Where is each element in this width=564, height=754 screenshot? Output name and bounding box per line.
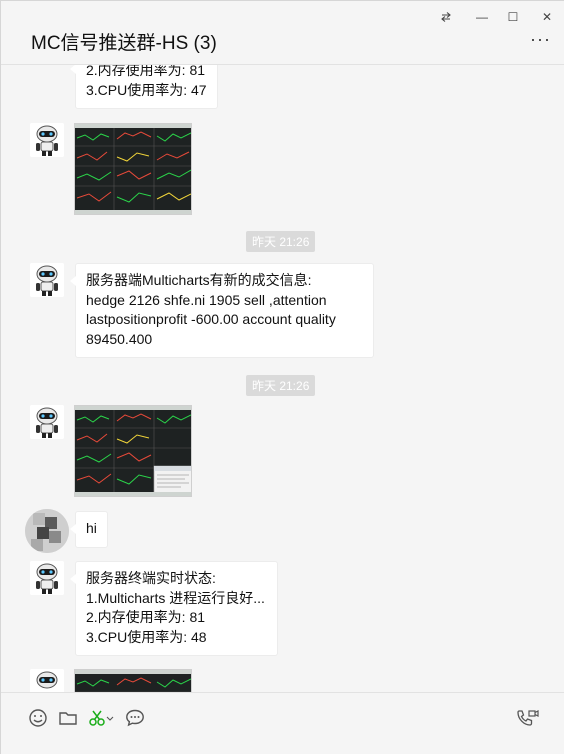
message-bubble[interactable]: 服务器终端实时状态: 1.Multicharts 进程运行良好... 2.内存使… bbox=[70, 561, 278, 656]
chat-history-button[interactable] bbox=[124, 707, 146, 729]
timestamp-chip: 昨天 21:26 bbox=[246, 231, 316, 252]
message-bubble[interactable]: 服务器端Multicharts有新的成交信息: hedge 2126 shfe.… bbox=[70, 263, 374, 358]
robot-avatar-icon bbox=[30, 561, 64, 595]
message-line: 1.Multicharts 进程运行良好... bbox=[86, 589, 265, 606]
robot-avatar-icon bbox=[30, 263, 64, 297]
trading-screenshot-thumbnail bbox=[75, 670, 191, 692]
emoji-button[interactable] bbox=[27, 707, 49, 729]
message-line: 3.CPU使用率为: 47 bbox=[86, 81, 207, 98]
folder-icon bbox=[59, 712, 77, 725]
bot-avatar[interactable] bbox=[30, 669, 64, 692]
scissors-icon bbox=[89, 710, 114, 726]
image-message[interactable] bbox=[74, 123, 192, 215]
message-bubble[interactable]: hi bbox=[70, 511, 108, 548]
blurred-avatar-icon bbox=[25, 509, 69, 553]
maximize-button[interactable]: ☐ bbox=[500, 7, 526, 27]
message-line: hi bbox=[86, 520, 97, 536]
message-line: lastpositionprofit -600.00 account quali… bbox=[86, 311, 336, 327]
message-line: hedge 2126 shfe.ni 1905 sell ,attention bbox=[86, 291, 327, 308]
bot-avatar[interactable] bbox=[30, 405, 64, 439]
smiley-icon bbox=[29, 709, 47, 727]
bot-avatar[interactable] bbox=[30, 123, 64, 157]
trading-screenshot-thumbnail bbox=[75, 124, 191, 214]
message-list[interactable]: 2.内存使用率为: 81 3.CPU使用率为: 47 昨天 21:26 服务器端… bbox=[1, 65, 564, 692]
chat-bubble-icon bbox=[126, 709, 144, 727]
more-options-button[interactable]: ··· bbox=[530, 29, 551, 50]
user-avatar[interactable] bbox=[25, 509, 69, 553]
title-bar: — ☐ ✕ MC信号推送群-HS (3) ··· bbox=[1, 1, 564, 65]
screenshot-button[interactable] bbox=[87, 707, 115, 729]
message-line: 89450.400 bbox=[86, 330, 153, 347]
robot-avatar-icon bbox=[30, 123, 64, 157]
message-line: 服务器终端实时状态: bbox=[86, 570, 216, 586]
close-button[interactable]: ✕ bbox=[534, 7, 560, 27]
minimize-button[interactable]: — bbox=[469, 7, 495, 27]
message-bubble[interactable]: 2.内存使用率为: 81 3.CPU使用率为: 47 bbox=[70, 65, 218, 109]
trading-screenshot-thumbnail bbox=[75, 406, 191, 496]
input-toolbar bbox=[1, 692, 564, 754]
message-line: 服务器端Multicharts有新的成交信息: bbox=[86, 272, 312, 288]
send-file-button[interactable] bbox=[57, 707, 79, 729]
robot-avatar-icon bbox=[30, 669, 64, 692]
message-line: 2.内存使用率为: 81 bbox=[86, 65, 206, 78]
chat-title: MC信号推送群-HS (3) bbox=[31, 33, 217, 54]
call-button[interactable] bbox=[515, 707, 539, 729]
bot-avatar[interactable] bbox=[30, 263, 64, 297]
swap-horizontal-icon bbox=[441, 12, 451, 22]
message-line: 3.CPU使用率为: 48 bbox=[86, 628, 207, 645]
bot-avatar[interactable] bbox=[30, 561, 64, 595]
message-line: 2.内存使用率为: 81 bbox=[86, 609, 206, 625]
image-message[interactable] bbox=[74, 669, 192, 692]
timestamp-chip: 昨天 21:26 bbox=[246, 375, 316, 396]
pin-window-button[interactable] bbox=[433, 7, 459, 27]
chat-window: — ☐ ✕ MC信号推送群-HS (3) ··· 2.内存使用率为: 81 3.… bbox=[0, 0, 564, 754]
phone-video-icon bbox=[517, 710, 539, 726]
image-message[interactable] bbox=[74, 405, 192, 497]
robot-avatar-icon bbox=[30, 405, 64, 439]
